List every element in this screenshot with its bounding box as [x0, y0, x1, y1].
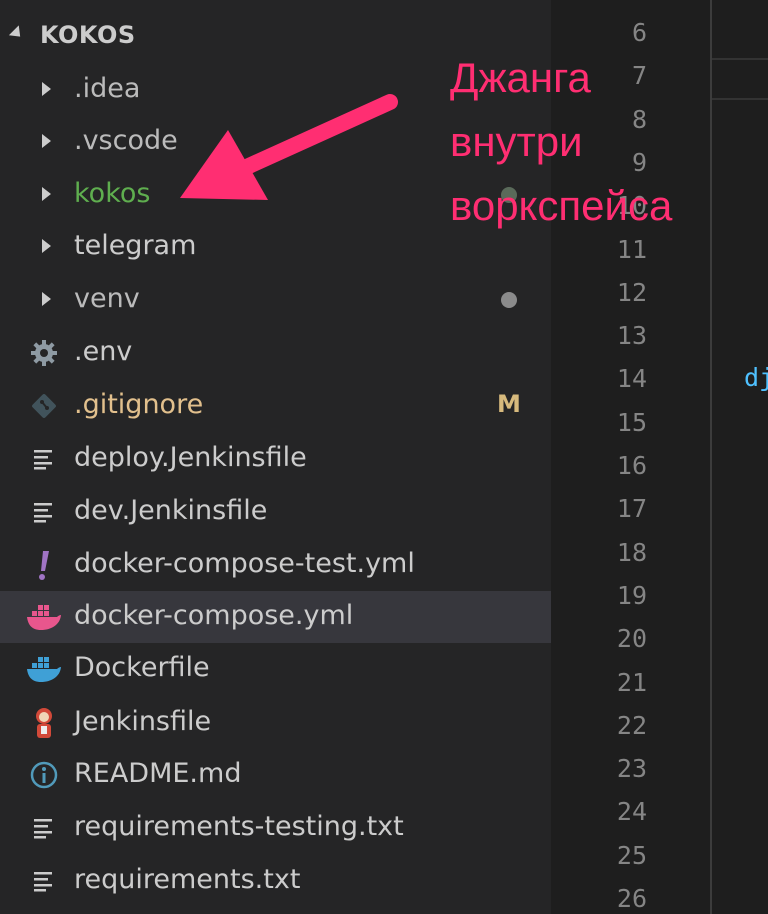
line-number: 24	[616, 797, 647, 827]
explorer-folder-title: KOKOS	[40, 21, 136, 49]
annotation-arrow	[180, 94, 398, 200]
line-number: 20	[616, 624, 647, 654]
tree-item-readme[interactable]: README.md	[0, 749, 551, 801]
line-number: 14	[616, 364, 647, 394]
line-number: 17	[616, 494, 647, 524]
chevron-right-icon	[42, 239, 51, 253]
tree-item-venv[interactable]: venv	[0, 274, 551, 326]
line-number: 18	[616, 537, 647, 567]
lines-icon	[26, 811, 62, 845]
tree-item-label: .env	[74, 336, 133, 367]
line-number: 15	[616, 407, 647, 437]
info-icon	[26, 758, 62, 792]
tree-item-label: kokos	[74, 178, 151, 209]
lines-icon	[26, 495, 62, 529]
tree-item-label: Jenkinsfile	[74, 706, 212, 737]
tree-item-env[interactable]: .env	[0, 327, 551, 379]
git-icon	[26, 389, 62, 423]
tree-item-label: dev.Jenkinsfile	[74, 495, 268, 526]
tree-item-label: Dockerfile	[74, 652, 210, 683]
tree-item-label: telegram	[74, 230, 197, 261]
annotation-line: воркспейса	[450, 182, 673, 229]
line-number: 6	[631, 18, 647, 47]
code-fragment: dj	[744, 363, 768, 392]
indent-guide	[710, 0, 712, 914]
annotation-line: внутри	[450, 118, 583, 165]
chevron-down-icon	[8, 25, 26, 42]
tree-item-label: README.md	[74, 758, 242, 789]
tree-item-label: requirements.txt	[74, 864, 301, 895]
tree-item-label: deploy.Jenkinsfile	[74, 442, 307, 473]
lines-icon	[26, 864, 62, 898]
git-modified-badge: M	[497, 390, 521, 418]
tree-item-label: .idea	[74, 73, 141, 104]
tree-item-docker-compose[interactable]: docker-compose.yml	[0, 591, 551, 643]
tree-item-dev-jenkinsfile[interactable]: dev.Jenkinsfile	[0, 486, 551, 538]
line-number: 22	[616, 710, 647, 740]
line-number: 12	[616, 277, 647, 307]
tree-item-jenkinsfile[interactable]: Jenkinsfile	[0, 697, 551, 749]
tree-item-label: docker-compose-test.yml	[74, 548, 415, 579]
lines-icon	[26, 442, 62, 476]
tree-item-label: requirements-testing.txt	[74, 811, 404, 842]
docker-icon	[26, 600, 62, 634]
line-number: 21	[616, 667, 647, 697]
tree-item-gitignore[interactable]: .gitignore M	[0, 380, 551, 432]
status-dot-icon	[501, 292, 517, 308]
line-number: 19	[616, 580, 647, 610]
chevron-right-icon	[42, 134, 51, 148]
line-number: 25	[616, 840, 647, 870]
line-number: 16	[616, 451, 647, 480]
line-number: 23	[616, 754, 647, 784]
annotation-line: Джанга	[450, 54, 591, 101]
line-number: 13	[616, 321, 647, 351]
annotation-text: Джанга внутри воркспейса	[450, 46, 672, 238]
tree-item-label: .gitignore	[74, 389, 204, 420]
chevron-right-icon	[42, 292, 51, 306]
tree-item-docker-compose-test[interactable]: docker-compose-test.yml	[0, 539, 551, 591]
gear-icon	[26, 336, 62, 370]
exclamation-icon	[26, 548, 62, 582]
line-number: 11	[616, 234, 647, 264]
tree-item-requirements-testing[interactable]: requirements-testing.txt	[0, 802, 551, 854]
tree-item-label: venv	[74, 283, 140, 314]
chevron-right-icon	[42, 82, 51, 96]
tree-item-label: docker-compose.yml	[74, 600, 354, 631]
chevron-right-icon	[42, 187, 51, 201]
jenkins-icon	[26, 706, 62, 740]
tree-item-dockerfile[interactable]: Dockerfile	[0, 643, 551, 695]
line-number: 26	[616, 884, 647, 913]
docker-icon	[26, 652, 62, 686]
tree-item-requirements[interactable]: requirements.txt	[0, 855, 551, 907]
tree-item-deploy-jenkinsfile[interactable]: deploy.Jenkinsfile	[0, 433, 551, 485]
current-line-highlight	[712, 58, 768, 100]
